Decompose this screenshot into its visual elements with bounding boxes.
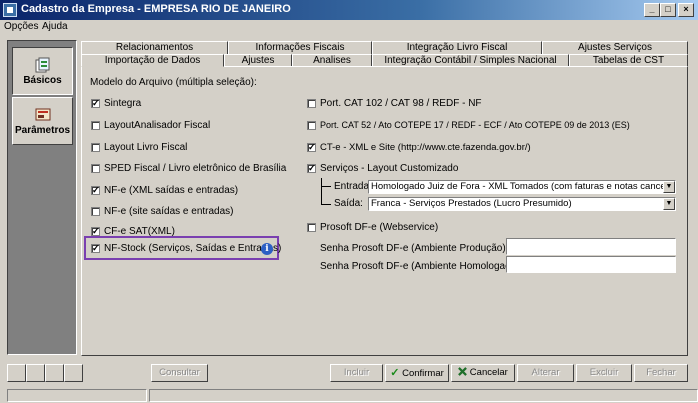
chevron-down-icon[interactable]: ▼ [663, 181, 675, 193]
confirmar-label: Confirmar [402, 368, 444, 379]
tree-line [321, 178, 322, 205]
senha-producao-input[interactable] [506, 238, 676, 255]
checkbox-cfe-sat[interactable]: ✓ [91, 227, 100, 236]
cancelar-label: Cancelar [469, 367, 508, 378]
nav-prev-button[interactable] [26, 364, 45, 382]
tab-importacao-de-dados[interactable]: Importação de Dados [81, 54, 224, 67]
maximize-button[interactable]: □ [660, 3, 676, 17]
tab-informacoes-fiscais[interactable]: Informações Fiscais [228, 41, 372, 55]
app-icon [3, 3, 17, 17]
chevron-down-icon[interactable]: ▼ [663, 198, 675, 210]
option-label: CT-e - XML e Site (http://www.cte.fazend… [320, 142, 531, 153]
senha-homologacao-label: Senha Prosoft DF-e (Ambiente Homologação… [320, 261, 528, 272]
tree-branch [321, 186, 331, 187]
checkbox-sped-fiscal[interactable] [91, 164, 100, 173]
sidebar-item-label: Parâmetros [14, 125, 71, 136]
saida-select[interactable]: Franca - Serviços Prestados (Lucro Presu… [368, 197, 676, 211]
check-mark: ✓ [308, 163, 316, 173]
option-label: Port. CAT 102 / CAT 98 / REDF - NF [320, 98, 482, 109]
check-mark: ✓ [92, 243, 100, 253]
entrada-select[interactable]: Homologado Juiz de Fora - XML Tomados (c… [368, 180, 676, 194]
option-label: NF-e (XML saídas e entradas) [104, 185, 239, 196]
menu-opcoes[interactable]: Opções [4, 21, 38, 32]
nav-last-button[interactable] [64, 364, 83, 382]
option-label: LayoutAnalisador Fiscal [104, 120, 211, 131]
close-button[interactable]: × [678, 3, 694, 17]
sidebar-item-parametros[interactable]: Parâmetros [12, 97, 73, 145]
sidebar: Básicos Parâmetros [7, 40, 77, 355]
sidebar-item-label: Básicos [23, 75, 62, 86]
title-bar: Cadastro da Empresa - EMPRESA RIO DE JAN… [0, 0, 698, 20]
option-label: Sintegra [104, 98, 142, 109]
section-label: Modelo do Arquivo (múltipla seleção): [90, 77, 257, 88]
check-mark: ✓ [308, 142, 316, 152]
checkbox-prosoft-dfe[interactable] [307, 223, 316, 232]
excluir-button[interactable]: Excluir [576, 364, 632, 382]
option-label: SPED Fiscal / Livro eletrônico de Brasíl… [104, 163, 287, 174]
checkbox-nfe-site[interactable] [91, 207, 100, 216]
status-panel [149, 389, 698, 402]
incluir-button[interactable]: Incluir [330, 364, 383, 382]
checkbox-nfe-xml[interactable]: ✓ [91, 186, 100, 195]
option-label: NF-e (site saídas e entradas) [104, 206, 234, 217]
checkbox-nf-stock[interactable]: ✓ [91, 244, 100, 253]
check-mark: ✓ [92, 98, 100, 108]
tab-ajustes-servicos[interactable]: Ajustes Serviços [542, 41, 688, 55]
option-label: Prosoft DF-e (Webservice) [320, 222, 439, 233]
cancelar-button[interactable]: Cancelar [451, 364, 515, 382]
checkbox-layout-analisador-fiscal[interactable] [91, 121, 100, 130]
info-icon[interactable]: i [261, 243, 273, 255]
entrada-value: Homologado Juiz de Fora - XML Tomados (c… [371, 181, 676, 192]
option-label: Serviços - Layout Customizado [320, 163, 459, 174]
checkbox-sintegra[interactable]: ✓ [91, 99, 100, 108]
option-label: Layout Livro Fiscal [104, 142, 188, 153]
option-label: NF-Stock (Serviços, Saídas e Entradas) [104, 243, 282, 254]
menu-bar: Opções Ajuda [0, 20, 698, 34]
checkbox-layout-livro-fiscal[interactable] [91, 143, 100, 152]
consultar-button[interactable]: Consultar [151, 364, 208, 382]
nav-next-button[interactable] [45, 364, 64, 382]
alterar-button[interactable]: Alterar [517, 364, 574, 382]
settings-panel-icon [35, 108, 51, 121]
checkbox-port-cat-102[interactable] [307, 99, 316, 108]
status-bar [0, 388, 698, 403]
confirmar-button[interactable]: ✓ Confirmar [385, 364, 449, 382]
status-panel [7, 389, 147, 402]
window-title: Cadastro da Empresa - EMPRESA RIO DE JAN… [21, 3, 291, 15]
documents-icon [35, 57, 50, 73]
saida-label: Saída: [334, 198, 363, 209]
cancel-x-icon [458, 367, 468, 376]
check-icon: ✓ [390, 367, 400, 379]
tab-relacionamentos[interactable]: Relacionamentos [81, 41, 228, 55]
saida-value: Franca - Serviços Prestados (Lucro Presu… [371, 198, 572, 209]
tab-integracao-livro-fiscal[interactable]: Integração Livro Fiscal [372, 41, 542, 55]
tree-branch [321, 204, 331, 205]
minimize-button[interactable]: _ [644, 3, 660, 17]
fechar-button[interactable]: Fechar [634, 364, 688, 382]
senha-homologacao-input[interactable] [506, 256, 676, 273]
checkbox-cte[interactable]: ✓ [307, 143, 316, 152]
option-label: Port. CAT 52 / Ato COTEPE 17 / REDF - EC… [320, 120, 630, 130]
sidebar-item-basicos[interactable]: Básicos [12, 47, 73, 95]
checkbox-servicos-layout[interactable]: ✓ [307, 164, 316, 173]
check-mark: ✓ [92, 185, 100, 195]
senha-producao-label: Senha Prosoft DF-e (Ambiente Produção): [320, 243, 509, 254]
check-mark: ✓ [92, 226, 100, 236]
nav-first-button[interactable] [7, 364, 26, 382]
menu-ajuda[interactable]: Ajuda [42, 21, 68, 32]
entrada-label: Entrada: [334, 181, 372, 192]
checkbox-port-cat-52[interactable] [307, 121, 316, 130]
